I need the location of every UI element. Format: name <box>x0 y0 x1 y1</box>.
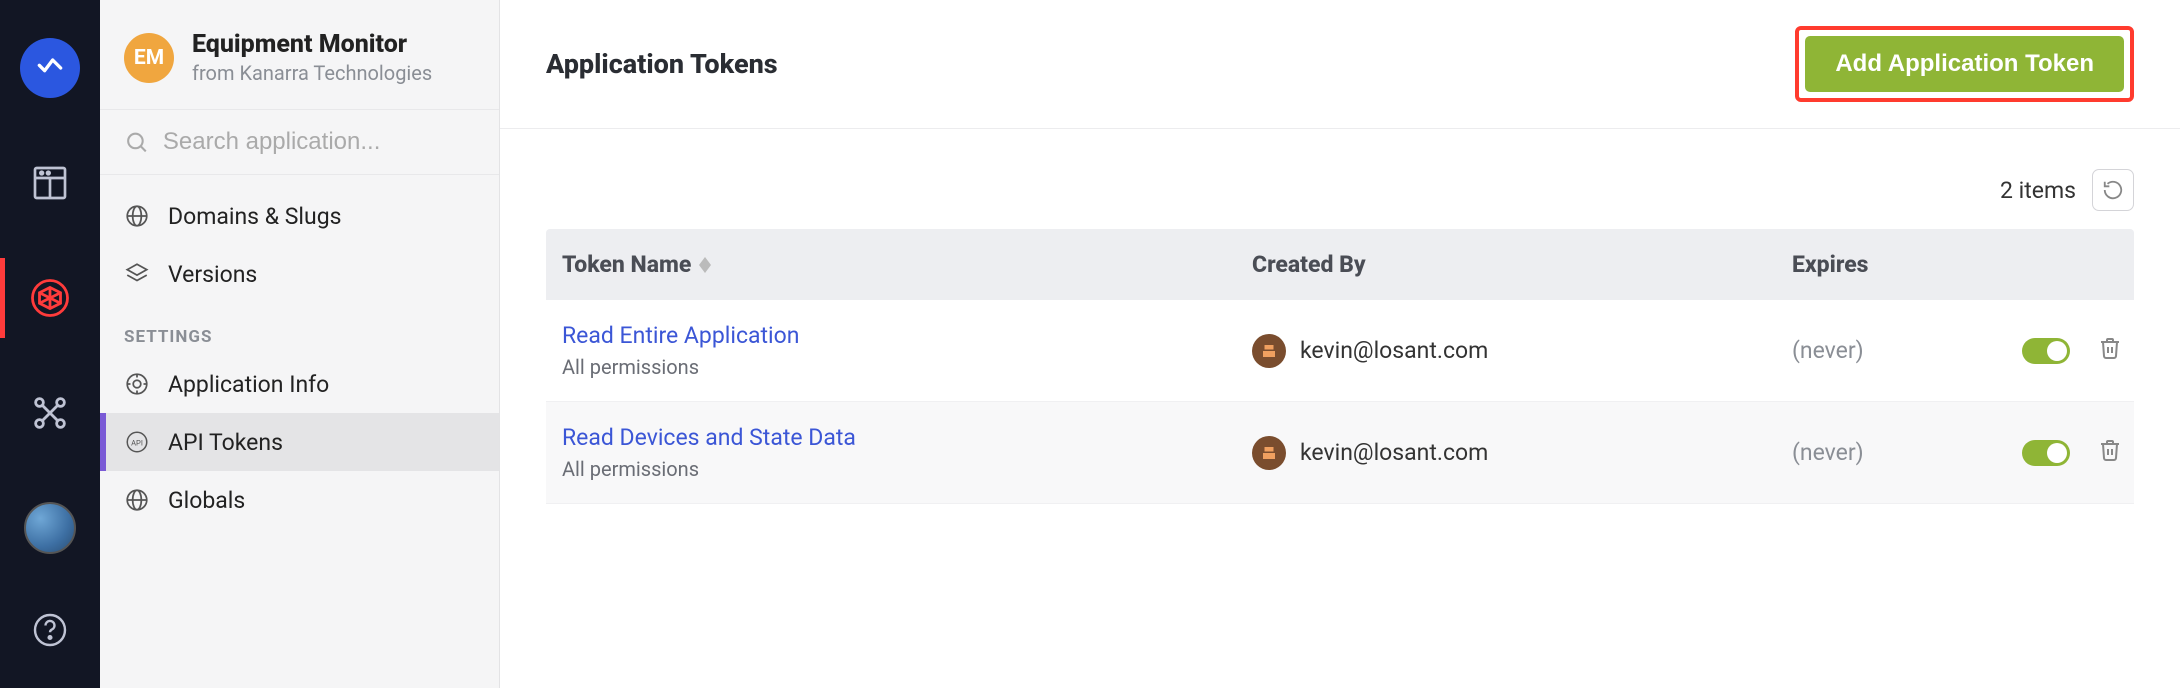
token-name-link[interactable]: Read Entire Application <box>562 322 1220 349</box>
refresh-icon <box>2102 179 2124 201</box>
add-application-token-button[interactable]: Add Application Token <box>1805 36 2124 92</box>
token-subtitle: All permissions <box>562 457 1220 481</box>
th-token-name[interactable]: Token Name <box>546 229 1236 300</box>
th-expires[interactable]: Expires <box>1776 229 1996 300</box>
nav-globals[interactable]: Globals <box>100 471 499 529</box>
avatar-icon <box>24 502 76 554</box>
items-count: 2 items <box>2000 177 2076 204</box>
created-by-email: kevin@losant.com <box>1300 337 1488 364</box>
logo-icon <box>20 38 80 98</box>
search-icon <box>124 128 149 156</box>
table-header: Token Name Created By Expires <box>546 229 2134 300</box>
table-row: Read Devices and State Data All permissi… <box>546 402 2134 504</box>
globe-icon <box>122 201 152 231</box>
app-subtitle: from Kanarra Technologies <box>192 61 432 85</box>
rail-dashboard[interactable] <box>0 125 100 240</box>
dashboard-icon <box>30 163 70 203</box>
globe-icon <box>122 485 152 515</box>
user-avatar-icon <box>1252 334 1286 368</box>
nav-domains-slugs[interactable]: Domains & Slugs <box>100 187 499 245</box>
app-header: EM Equipment Monitor from Kanarra Techno… <box>100 0 499 109</box>
rail-workflows[interactable] <box>0 355 100 470</box>
rail-devices[interactable] <box>0 240 100 355</box>
app-title: Equipment Monitor <box>192 30 432 59</box>
cube-icon <box>29 277 71 319</box>
trash-icon <box>2098 438 2122 462</box>
rail-help[interactable] <box>0 585 100 675</box>
user-avatar-icon <box>1252 436 1286 470</box>
th-created-by[interactable]: Created By <box>1236 229 1776 300</box>
layers-icon <box>122 259 152 289</box>
table-body: Read Entire Application All permissions … <box>546 300 2134 504</box>
nav-label: API Tokens <box>168 429 283 456</box>
table-row: Read Entire Application All permissions … <box>546 300 2134 402</box>
topbar: Application Tokens Add Application Token <box>500 0 2180 129</box>
nav-main: Domains & Slugs Versions SETTINGS Applic… <box>100 175 499 529</box>
token-subtitle: All permissions <box>562 355 1220 379</box>
rail-logo[interactable] <box>0 10 100 125</box>
refresh-button[interactable] <box>2092 169 2134 211</box>
created-by-email: kevin@losant.com <box>1300 439 1488 466</box>
sidebar: EM Equipment Monitor from Kanarra Techno… <box>100 0 500 688</box>
app-badge: EM <box>124 33 174 83</box>
list-meta: 2 items <box>500 129 2180 229</box>
nav-label: Versions <box>168 261 257 288</box>
th-actions <box>1996 229 2134 300</box>
enable-toggle[interactable] <box>2022 440 2070 466</box>
tokens-table: Token Name Created By Expires Read Entir… <box>546 229 2134 504</box>
delete-button[interactable] <box>2098 438 2122 468</box>
nav-api-tokens[interactable]: API API Tokens <box>100 413 499 471</box>
nav-versions[interactable]: Versions <box>100 245 499 303</box>
search-row <box>100 109 499 175</box>
add-button-highlight: Add Application Token <box>1795 26 2134 102</box>
nav-label: Globals <box>168 487 245 514</box>
enable-toggle[interactable] <box>2022 338 2070 364</box>
token-name-link[interactable]: Read Devices and State Data <box>562 424 1220 451</box>
settings-section-label: SETTINGS <box>100 303 499 355</box>
delete-button[interactable] <box>2098 336 2122 366</box>
nav-application-info[interactable]: Application Info <box>100 355 499 413</box>
expires-value: (never) <box>1776 315 1996 386</box>
gear-icon <box>122 369 152 399</box>
icon-rail <box>0 0 100 688</box>
nav-label: Application Info <box>168 371 329 398</box>
rail-avatar[interactable] <box>0 470 100 585</box>
page-title: Application Tokens <box>546 48 778 80</box>
svg-text:API: API <box>131 438 143 447</box>
expires-value: (never) <box>1776 417 1996 488</box>
trash-icon <box>2098 336 2122 360</box>
search-input[interactable] <box>163 128 475 156</box>
help-icon <box>32 612 68 648</box>
nav-label: Domains & Slugs <box>168 203 342 230</box>
api-icon: API <box>122 427 152 457</box>
main: Application Tokens Add Application Token… <box>500 0 2180 688</box>
sort-icon <box>699 257 711 273</box>
workflow-icon <box>29 392 71 434</box>
